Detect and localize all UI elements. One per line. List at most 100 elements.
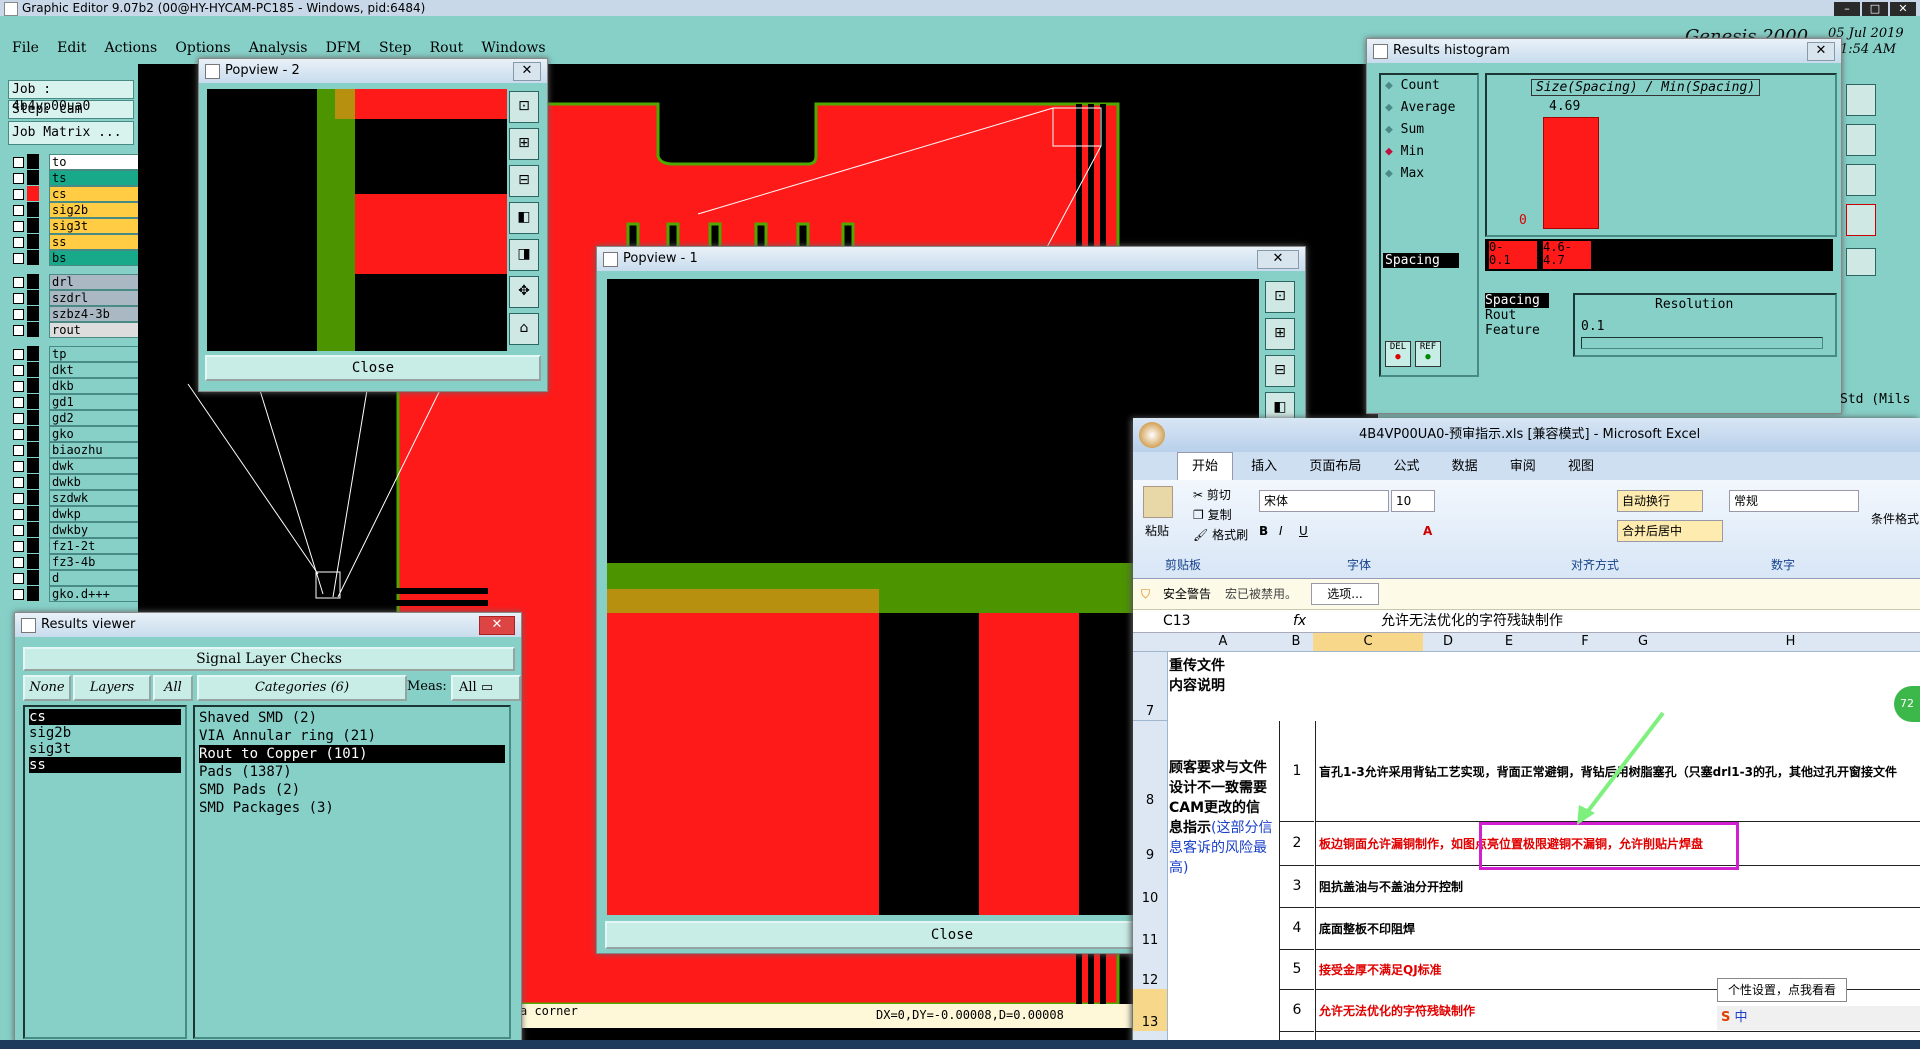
layer-name[interactable]: ss (49, 234, 144, 250)
underline-button[interactable]: U (1299, 524, 1308, 538)
tab-review[interactable]: 审阅 (1496, 453, 1550, 481)
layer-name[interactable]: fz3-4b (49, 554, 144, 570)
layer-checkbox[interactable] (13, 541, 24, 552)
layer-row[interactable]: szdrl (10, 290, 144, 306)
histogram-option[interactable]: ◆ Min (1381, 141, 1477, 163)
col-c[interactable]: C (1313, 633, 1424, 652)
zoom-fit-icon[interactable]: ⊡ (509, 91, 539, 123)
layer-row[interactable]: dkt (10, 362, 144, 378)
layer-checkbox[interactable] (13, 381, 24, 392)
layer-row[interactable]: dwkp (10, 506, 144, 522)
popview-1-close-x[interactable]: ✕ (1257, 250, 1299, 269)
conditional-format-button[interactable]: 条件格式 (1871, 510, 1919, 527)
layer-checkbox[interactable] (13, 293, 24, 304)
layer-color-swatch[interactable] (27, 170, 39, 185)
item-number-cell[interactable]: 6 (1279, 989, 1314, 1032)
italic-button[interactable]: I (1279, 524, 1283, 538)
layer-row[interactable]: d (10, 570, 144, 586)
maximize-button[interactable]: □ (1862, 2, 1888, 16)
layer-row[interactable]: to (10, 154, 144, 170)
layer-name[interactable]: biaozhu (49, 442, 144, 458)
resolution-slider[interactable] (1581, 337, 1823, 349)
menu-file[interactable]: File (12, 40, 39, 56)
result-categories-list[interactable]: Shaved SMD (2) VIA Annular ring (21) Rout … (193, 705, 511, 1039)
format-painter-button[interactable]: 🖌 格式刷 (1193, 526, 1248, 543)
layer-name[interactable]: cs (49, 186, 144, 202)
close-button[interactable]: ✕ (1890, 2, 1916, 16)
menu-rout[interactable]: Rout (430, 40, 464, 56)
side-item-feature[interactable]: Feature (1485, 323, 1565, 338)
layer-checkbox[interactable] (13, 365, 24, 376)
layer-name[interactable]: bs (49, 250, 144, 266)
results-viewer-close-x[interactable]: ✕ (479, 616, 515, 635)
options-button[interactable]: 选项... (1311, 583, 1379, 605)
layer-checkbox[interactable] (13, 397, 24, 408)
layer-color-swatch[interactable] (27, 554, 39, 569)
layer-name[interactable]: szbz4-3b (49, 306, 144, 322)
histogram-option[interactable]: ◆ Sum (1381, 119, 1477, 141)
formula-input[interactable]: 允许无法优化的字符残缺制作 (1381, 610, 1563, 632)
histogram-option[interactable]: ◆ Count (1381, 75, 1477, 97)
result-layers-list[interactable]: cs sig2b sig3t ss (23, 705, 187, 1039)
item-number-cell[interactable]: 4 (1279, 907, 1314, 950)
result-category-item[interactable]: Rout to Copper (101) (199, 745, 505, 763)
layer-color-swatch[interactable] (27, 274, 39, 289)
layer-name[interactable]: szdrl (49, 290, 144, 306)
layer-row[interactable]: sig2b (10, 202, 144, 218)
layer-row[interactable]: biaozhu (10, 442, 144, 458)
layer-color-swatch[interactable] (27, 458, 39, 473)
col-e[interactable]: E (1473, 633, 1546, 652)
wrap-text-button[interactable]: 自动换行 (1617, 490, 1703, 512)
item-text-cell[interactable]: 阻抗盖油与不盖油分开控制 (1315, 865, 1920, 908)
layer-checkbox[interactable] (13, 237, 24, 248)
layer-name[interactable]: dwkp (49, 506, 144, 522)
layer-color-swatch[interactable] (27, 394, 39, 409)
none-button[interactable]: None (23, 675, 71, 701)
col-a[interactable]: A (1167, 633, 1280, 652)
tab-insert[interactable]: 插入 (1237, 453, 1291, 481)
layer-checkbox[interactable] (13, 525, 24, 536)
font-color-icon[interactable]: A (1423, 524, 1432, 538)
ime-mode[interactable]: 中 (1735, 1010, 1748, 1025)
layer-checkbox[interactable] (13, 157, 24, 168)
layer-name[interactable]: sig2b (49, 202, 144, 218)
layer-checkbox[interactable] (13, 189, 24, 200)
bin-0[interactable]: 0- 0.1 (1489, 241, 1537, 269)
layer-name[interactable]: dwk (49, 458, 144, 474)
tab-page-layout[interactable]: 页面布局 (1295, 453, 1375, 481)
result-category-item[interactable]: SMD Packages (3) (199, 799, 505, 817)
layer-name[interactable]: gko.d+++ (49, 586, 144, 602)
layer-checkbox[interactable] (13, 173, 24, 184)
layer-checkbox[interactable] (13, 557, 24, 568)
layer-checkbox[interactable] (13, 309, 24, 320)
layer-row[interactable]: szdwk (10, 490, 144, 506)
layer-row[interactable]: cs (10, 186, 144, 202)
result-layer-item[interactable]: sig3t (29, 741, 181, 757)
layer-row[interactable]: gko (10, 426, 144, 442)
tool-icon-3[interactable] (1846, 164, 1876, 196)
del-button[interactable]: DEL ● (1385, 341, 1411, 367)
layer-color-swatch[interactable] (27, 378, 39, 393)
item-number-cell[interactable]: 5 (1279, 949, 1314, 990)
layer-row[interactable]: ts (10, 170, 144, 186)
layer-name[interactable]: tp (49, 346, 144, 362)
layer-checkbox[interactable] (13, 589, 24, 600)
layer-row[interactable]: dkb (10, 378, 144, 394)
job-matrix-button[interactable]: Job Matrix ... (8, 121, 134, 145)
menu-options[interactable]: Options (175, 40, 230, 56)
zoom-in-icon[interactable]: ⊞ (509, 128, 539, 160)
fx-icon[interactable]: fx (1293, 610, 1306, 632)
layer-color-swatch[interactable] (27, 586, 39, 601)
layer-color-swatch[interactable] (27, 490, 39, 505)
layer-row[interactable]: szbz4-3b (10, 306, 144, 322)
zoom-fit-icon[interactable]: ⊡ (1265, 281, 1295, 313)
font-name-select[interactable]: 宋体 (1259, 490, 1389, 512)
layer-name[interactable]: dwkb (49, 474, 144, 490)
layer-color-swatch[interactable] (27, 322, 39, 337)
layer-color-swatch[interactable] (27, 202, 39, 217)
histogram-list-item[interactable]: Spacing (1383, 253, 1459, 268)
layer-color-swatch[interactable] (27, 570, 39, 585)
row-header[interactable]: 8 (1133, 721, 1168, 822)
result-layer-item[interactable]: ss (29, 757, 181, 773)
layer-color-swatch[interactable] (27, 306, 39, 321)
